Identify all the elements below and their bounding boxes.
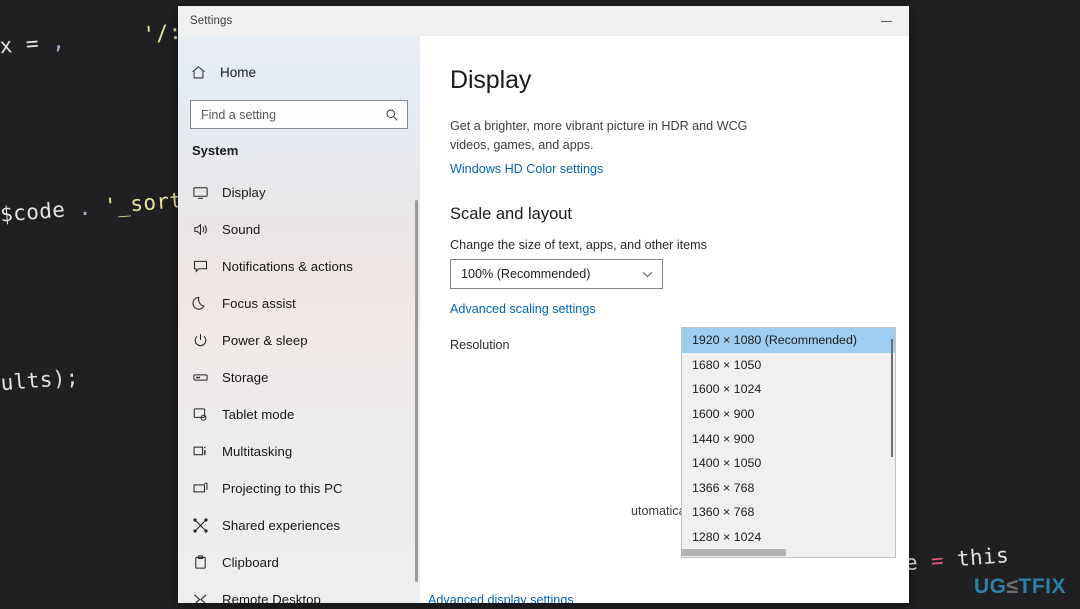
notification-icon (192, 258, 222, 275)
resolution-option[interactable]: 1400 × 1050 (682, 451, 895, 476)
sidebar-home-label: Home (220, 64, 257, 80)
resolution-option[interactable]: 1920 × 1080 (Recommended) (682, 328, 895, 353)
windows-hd-color-settings-link[interactable]: Windows HD Color settings (450, 162, 603, 176)
sidebar-item-remote-desktop[interactable]: Remote Desktop (178, 581, 420, 603)
sidebar-item-multitasking[interactable]: Multitasking (178, 433, 420, 470)
window-title: Settings (190, 15, 233, 27)
remote-desktop-icon (192, 591, 222, 603)
sidebar-item-label: Multitasking (222, 444, 293, 459)
sidebar-item-label: Storage (222, 370, 269, 385)
sidebar-item-focus-assist[interactable]: Focus assist (178, 285, 420, 322)
sidebar-item-display[interactable]: Display (178, 174, 420, 211)
window-body: Home System (178, 36, 909, 603)
watermark-part-1: UG (973, 575, 1007, 598)
window-titlebar[interactable]: Settings (178, 6, 909, 36)
tablet-icon (192, 406, 222, 423)
advanced-scaling-settings-link[interactable]: Advanced scaling settings (450, 302, 596, 316)
sidebar-item-label: Focus assist (222, 296, 296, 311)
resolution-option[interactable]: 1360 × 768 (682, 500, 895, 525)
sidebar-item-label: Tablet mode (222, 407, 295, 422)
sidebar-section-title: System (192, 143, 239, 158)
resolution-option[interactable]: 1680 × 1050 (682, 353, 895, 378)
minimize-icon (881, 20, 892, 22)
sidebar-item-label: Display (222, 185, 266, 200)
resolution-option[interactable]: 1280 × 1024 (682, 525, 895, 550)
resolution-option[interactable]: 1600 × 1024 (682, 377, 895, 402)
sidebar-item-label: Projecting to this PC (222, 481, 343, 496)
sidebar-item-shared-experiences[interactable]: Shared experiences (178, 507, 420, 544)
sidebar-item-label: Power & sleep (222, 333, 308, 348)
sidebar-item-label: Notifications & actions (222, 259, 353, 274)
sidebar-item-label: Remote Desktop (222, 592, 321, 603)
sidebar-item-label: Sound (222, 222, 261, 237)
sidebar-scrollbar[interactable] (415, 200, 418, 582)
clipboard-icon (192, 554, 222, 571)
resolution-option[interactable]: 1366 × 768 (682, 476, 895, 501)
main-content: Display Get a brighter, more vibrant pic… (420, 36, 909, 603)
dropdown-horizontal-scrollbar-thumb[interactable] (681, 549, 786, 557)
watermark-part-2: ≤ (1006, 575, 1019, 598)
resolution-option[interactable]: 1600 × 900 (682, 402, 895, 427)
sidebar-item-clipboard[interactable]: Clipboard (178, 544, 420, 581)
scale-dropdown[interactable]: 100% (Recommended) (450, 259, 663, 289)
moon-icon (192, 295, 222, 312)
sidebar-item-label: Clipboard (222, 555, 279, 570)
sidebar-item-projecting-to-this-pc[interactable]: Projecting to this PC (178, 470, 420, 507)
resolution-option[interactable]: 1440 × 900 (682, 426, 895, 451)
projector-icon (192, 480, 222, 497)
sidebar-item-home[interactable]: Home (178, 54, 420, 90)
sidebar: Home System (178, 36, 420, 603)
ugetfix-watermark: UG≤TFIX (974, 575, 1066, 599)
sidebar-item-label: Shared experiences (222, 518, 341, 533)
sidebar-item-notifications-actions[interactable]: Notifications & actions (178, 248, 420, 285)
dropdown-vertical-scrollbar[interactable] (891, 339, 893, 457)
page-title: Display (450, 66, 532, 94)
home-icon (190, 64, 220, 81)
search-input[interactable] (191, 101, 385, 128)
dropdown-horizontal-scrollbar[interactable] (681, 549, 895, 557)
scale-field-label: Change the size of text, apps, and other… (450, 238, 707, 252)
watermark-part-3: TFIX (1018, 575, 1066, 598)
sidebar-item-power-sleep[interactable]: Power & sleep (178, 322, 420, 359)
monitor-icon (192, 184, 222, 201)
speaker-icon (192, 221, 222, 238)
hdr-description: Get a brighter, more vibrant picture in … (450, 119, 748, 152)
chevron-down-icon (642, 271, 653, 278)
storage-icon (192, 369, 222, 386)
search-icon[interactable] (385, 108, 407, 122)
sidebar-item-tablet-mode[interactable]: Tablet mode (178, 396, 420, 433)
advanced-display-settings-link[interactable]: Advanced display settings (428, 593, 574, 603)
multitasking-icon (192, 443, 222, 460)
minimize-button[interactable] (864, 6, 909, 36)
search-box[interactable] (190, 100, 408, 129)
sidebar-item-sound[interactable]: Sound (178, 211, 420, 248)
scale-dropdown-value: 100% (Recommended) (461, 267, 591, 281)
settings-window: Settings Home Find a setting System Disp… (178, 6, 909, 603)
resolution-option-list: 1920 × 1080 (Recommended) 1680 × 1050 16… (682, 328, 895, 549)
scale-and-layout-heading: Scale and layout (450, 205, 573, 223)
window-controls (864, 6, 909, 36)
resolution-dropdown-list[interactable]: 1920 × 1080 (Recommended) 1680 × 1050 16… (681, 327, 896, 559)
sidebar-item-storage[interactable]: Storage (178, 359, 420, 396)
power-icon (192, 332, 222, 349)
share-icon (192, 517, 222, 534)
